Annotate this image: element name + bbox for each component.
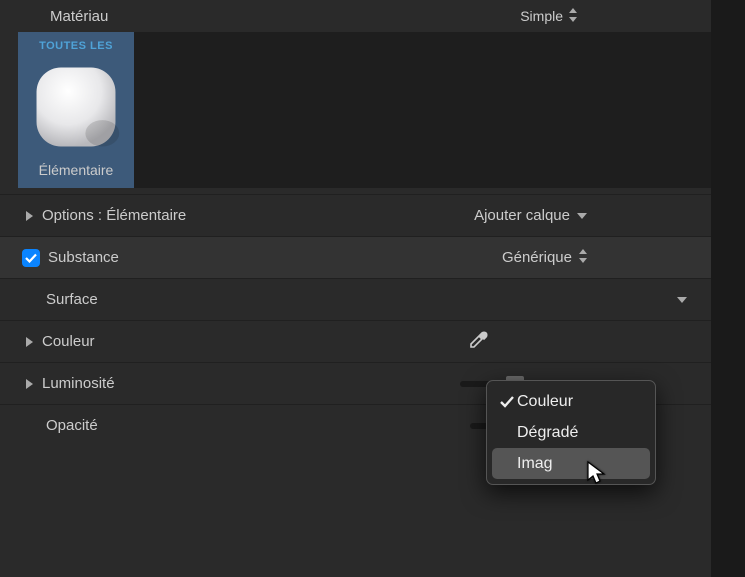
surface-row: Surface bbox=[0, 278, 728, 320]
popup-item-color[interactable]: Couleur bbox=[487, 386, 655, 417]
substance-checkbox[interactable] bbox=[22, 249, 40, 267]
material-strip: TOUTES LES Élémentaire bbox=[18, 32, 714, 188]
disclosure-triangle-icon[interactable] bbox=[22, 335, 36, 349]
popup-item-label: Dégradé bbox=[517, 424, 578, 442]
color-label: Couleur bbox=[42, 333, 468, 350]
material-header-row: Matériau Simple bbox=[0, 0, 728, 32]
popup-item-gradient[interactable]: Dégradé bbox=[487, 417, 655, 448]
substance-value: Générique bbox=[502, 249, 572, 266]
material-type-value: Simple bbox=[520, 8, 563, 24]
material-card-title: TOUTES LES bbox=[24, 40, 128, 52]
checkmark-icon bbox=[497, 396, 517, 408]
substance-value-dropdown[interactable]: Générique bbox=[502, 249, 588, 267]
substance-row: Substance Générique bbox=[0, 236, 728, 278]
eyedropper-icon[interactable] bbox=[468, 330, 488, 353]
options-row: Options : Élémentaire Ajouter calque bbox=[0, 194, 728, 236]
material-thumbnail bbox=[29, 60, 123, 154]
add-layer-label: Ajouter calque bbox=[474, 207, 570, 224]
opacity-label: Opacité bbox=[46, 417, 470, 434]
popup-item-label: Imag bbox=[517, 455, 553, 473]
brightness-label: Luminosité bbox=[42, 375, 460, 392]
material-card-label: Élémentaire bbox=[24, 162, 128, 178]
surface-popup-menu: Couleur Dégradé Imag bbox=[486, 380, 656, 485]
material-label: Matériau bbox=[50, 8, 520, 25]
options-label: Options : Élémentaire bbox=[42, 207, 474, 224]
material-type-dropdown[interactable]: Simple bbox=[520, 8, 578, 25]
disclosure-triangle-icon[interactable] bbox=[22, 209, 36, 223]
chevron-down-icon bbox=[676, 291, 688, 308]
chevron-down-icon bbox=[576, 207, 588, 224]
color-row: Couleur bbox=[0, 320, 728, 362]
popup-item-image[interactable]: Imag bbox=[492, 448, 650, 479]
surface-label: Surface bbox=[46, 291, 676, 308]
scrollbar[interactable] bbox=[711, 0, 728, 577]
updown-icon bbox=[568, 8, 578, 25]
surface-dropdown[interactable] bbox=[676, 291, 688, 308]
substance-label: Substance bbox=[48, 249, 502, 266]
add-layer-dropdown[interactable]: Ajouter calque bbox=[474, 207, 588, 224]
updown-icon bbox=[578, 249, 588, 267]
disclosure-triangle-icon[interactable] bbox=[22, 377, 36, 391]
material-card[interactable]: TOUTES LES Élémentaire bbox=[18, 32, 134, 188]
popup-item-label: Couleur bbox=[517, 393, 573, 411]
